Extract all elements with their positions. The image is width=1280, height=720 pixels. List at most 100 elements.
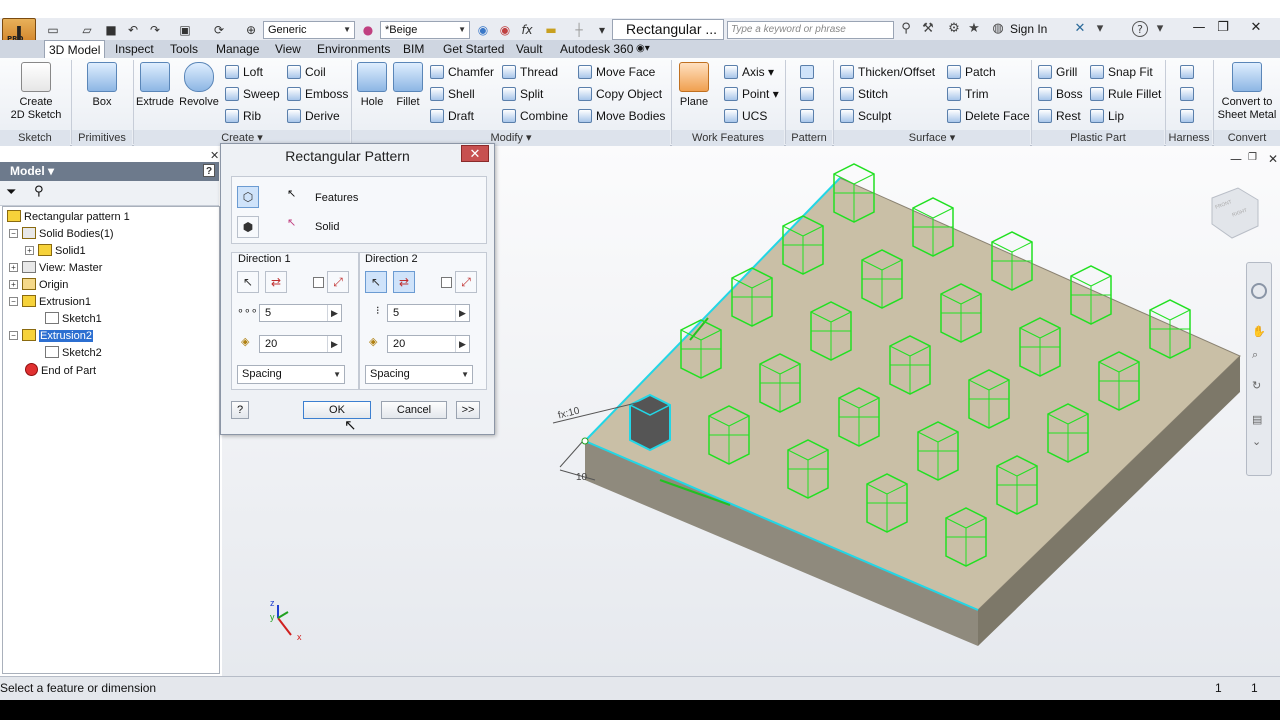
- restore-button[interactable]: ❐: [1212, 19, 1234, 37]
- direction1-method-select[interactable]: Spacing ▼: [237, 365, 345, 384]
- appearance-select[interactable]: *Beige ▼: [380, 21, 470, 39]
- tab-manage[interactable]: Manage: [216, 40, 259, 58]
- search-input[interactable]: Type a keyword or phrase: [727, 21, 894, 39]
- exchange-icon[interactable]: ✕: [1072, 21, 1088, 37]
- adjust-icon[interactable]: ◉: [474, 22, 492, 38]
- binoculars-icon[interactable]: ⚲: [898, 21, 914, 37]
- update-icon[interactable]: ⟳: [210, 22, 228, 38]
- tab-tools[interactable]: Tools: [170, 40, 198, 58]
- rest-button[interactable]: Rest: [1038, 107, 1081, 125]
- hole-button[interactable]: Hole: [356, 62, 388, 109]
- line-icon[interactable]: ┼: [570, 22, 588, 38]
- patch-button[interactable]: Patch: [947, 63, 996, 81]
- harness-tool-2[interactable]: [1180, 85, 1198, 103]
- ok-button[interactable]: OK: [303, 401, 371, 419]
- dimension-label-2[interactable]: 10: [576, 472, 587, 483]
- group-surface[interactable]: Surface ▾: [834, 130, 1030, 146]
- collapse-icon[interactable]: −: [9, 331, 18, 340]
- tab-autodesk-360[interactable]: Autodesk 360: [560, 40, 633, 58]
- document-title-tab[interactable]: Rectangular ...: [612, 19, 724, 40]
- direction2-spacing-input[interactable]: 20 ▶: [387, 335, 470, 353]
- collapse-icon[interactable]: −: [9, 297, 18, 306]
- tree-node-sketch1[interactable]: Sketch1: [45, 312, 102, 327]
- find-icon[interactable]: ⚲: [34, 184, 44, 199]
- move-face-button[interactable]: Move Face: [578, 63, 655, 81]
- sign-in-button[interactable]: Sign In: [1010, 21, 1047, 37]
- expand-icon[interactable]: +: [25, 246, 34, 255]
- pattern-solid-toggle[interactable]: ⬢: [237, 216, 259, 238]
- chamfer-button[interactable]: Chamfer: [430, 63, 494, 81]
- harness-tool-3[interactable]: [1180, 107, 1198, 125]
- tab-get-started[interactable]: Get Started: [443, 40, 504, 58]
- look-at-icon[interactable]: ▤: [1252, 413, 1262, 426]
- lip-button[interactable]: Lip: [1090, 107, 1124, 125]
- shell-button[interactable]: Shell: [430, 85, 475, 103]
- thicken-offset-button[interactable]: Thicken/Offset: [840, 63, 935, 81]
- boss-button[interactable]: Boss: [1038, 85, 1083, 103]
- orbit-icon[interactable]: ↻: [1252, 379, 1261, 392]
- fx-icon[interactable]: fx: [518, 22, 536, 38]
- sweep-button[interactable]: Sweep: [225, 85, 280, 103]
- viewport-minimize-icon[interactable]: —: [1230, 152, 1242, 166]
- redo-icon[interactable]: ↷: [146, 22, 164, 38]
- revolve-button[interactable]: Revolve: [178, 62, 220, 109]
- tab-vault[interactable]: Vault: [516, 40, 542, 58]
- axis-button[interactable]: Axis ▾: [724, 63, 774, 81]
- tab-overflow-icon[interactable]: ◉▾: [636, 40, 650, 58]
- rectangular-pattern-button[interactable]: [800, 63, 818, 81]
- draft-button[interactable]: Draft: [430, 107, 474, 125]
- box-button[interactable]: Box: [84, 62, 120, 109]
- pan-icon[interactable]: ✋: [1252, 325, 1266, 338]
- harness-tool-1[interactable]: [1180, 63, 1198, 81]
- coil-button[interactable]: Coil: [287, 63, 326, 81]
- material-icon[interactable]: ⊕: [242, 22, 260, 38]
- direction2-method-select[interactable]: Spacing ▼: [365, 365, 473, 384]
- solid-label[interactable]: Solid: [315, 221, 339, 234]
- browser-close-icon[interactable]: ✕: [210, 149, 219, 162]
- customize-icon[interactable]: ▾: [596, 22, 608, 38]
- derive-button[interactable]: Derive: [287, 107, 340, 125]
- tree-node-extrusion2[interactable]: − Extrusion2: [9, 329, 93, 344]
- browser-help-icon[interactable]: ?: [203, 164, 215, 177]
- rule-fillet-button[interactable]: Rule Fillet: [1090, 85, 1161, 103]
- navigation-bar[interactable]: ✋ ⌕ ↻ ▤ ⌄: [1246, 262, 1272, 476]
- fillet-button[interactable]: Fillet: [392, 62, 424, 109]
- tab-inspect[interactable]: Inspect: [115, 40, 154, 58]
- communication-icon[interactable]: ⚙: [946, 21, 962, 37]
- tree-node-end-of-part[interactable]: End of Part: [25, 363, 96, 378]
- move-bodies-button[interactable]: Move Bodies: [578, 107, 665, 125]
- color-override-icon[interactable]: ▬: [540, 22, 562, 38]
- emboss-button[interactable]: Emboss: [287, 85, 348, 103]
- zoom-icon[interactable]: ⌕: [1252, 349, 1258, 362]
- tab-environments[interactable]: Environments: [317, 40, 390, 58]
- favorites-icon[interactable]: ★: [966, 21, 982, 37]
- user-icon[interactable]: ◍: [990, 21, 1006, 37]
- select-icon[interactable]: ▣: [176, 22, 194, 38]
- filter-icon[interactable]: ⏷: [6, 185, 16, 200]
- dialog-close-button[interactable]: ✕: [461, 145, 489, 162]
- delete-face-button[interactable]: Delete Face: [947, 107, 1030, 125]
- tree-node-origin[interactable]: + Origin: [9, 278, 68, 293]
- tab-bim[interactable]: BIM: [403, 40, 424, 58]
- model-browser-header[interactable]: Model ▾?: [0, 162, 219, 181]
- stitch-button[interactable]: Stitch: [840, 85, 888, 103]
- clear-icon[interactable]: ◉: [496, 22, 514, 38]
- material-select[interactable]: Generic ▼: [263, 21, 355, 39]
- undo-icon[interactable]: ↶: [124, 22, 142, 38]
- direction2-midplane-checkbox[interactable]: [441, 277, 452, 288]
- model-browser-tree[interactable]: Rectangular pattern 1 − Solid Bodies(1) +…: [2, 206, 220, 674]
- tree-node-solid1[interactable]: + Solid1: [25, 244, 86, 259]
- create-2d-sketch-button[interactable]: Create 2D Sketch: [6, 62, 66, 122]
- cancel-button[interactable]: Cancel: [381, 401, 447, 419]
- viewport-close-icon[interactable]: ✕: [1268, 152, 1278, 166]
- tree-node-view[interactable]: + View: Master: [9, 261, 102, 276]
- loft-button[interactable]: Loft: [225, 63, 263, 81]
- tab-3d-model[interactable]: 3D Model: [44, 40, 106, 58]
- combine-button[interactable]: Combine: [502, 107, 568, 125]
- sculpt-button[interactable]: Sculpt: [840, 107, 891, 125]
- direction1-start-button[interactable]: ⤢: [327, 271, 349, 293]
- collapse-icon[interactable]: −: [9, 229, 18, 238]
- circular-pattern-button[interactable]: [800, 85, 818, 103]
- more-button[interactable]: >>: [456, 401, 480, 419]
- tab-view[interactable]: View: [275, 40, 301, 58]
